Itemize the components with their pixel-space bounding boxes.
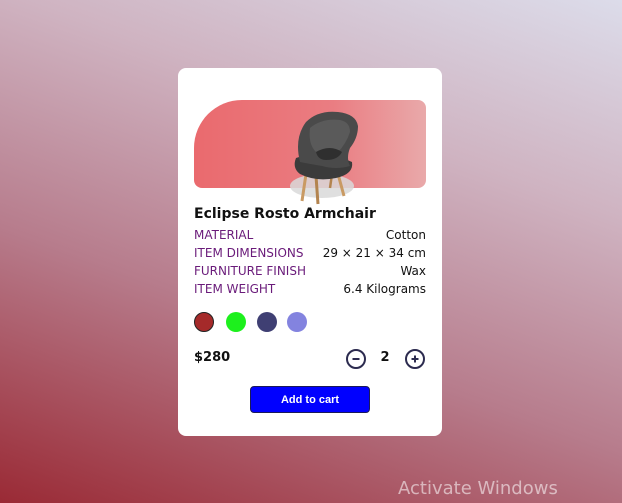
spec-key: FURNITURE FINISH [194, 264, 306, 278]
spec-value: 6.4 Kilograms [343, 282, 426, 296]
spec-value: Cotton [385, 228, 426, 242]
color-swatch-brown[interactable] [194, 312, 214, 332]
product-card: Eclipse Rosto Armchair MATERIAL Cotton I… [178, 68, 442, 436]
color-swatch-lavender[interactable] [287, 312, 307, 332]
price: $280 [194, 350, 231, 365]
increase-quantity-button[interactable] [405, 349, 425, 369]
product-image-banner [194, 100, 426, 205]
color-swatch-green[interactable] [226, 312, 246, 332]
spec-row-dimensions: ITEM DIMENSIONS 29 × 21 × 34 cm [194, 244, 426, 262]
spec-value: Wax [400, 264, 426, 278]
plus-icon [411, 355, 419, 363]
activate-windows-watermark: Activate Windows [398, 478, 558, 499]
quantity-value: 2 [380, 350, 390, 365]
color-swatch-navy[interactable] [257, 312, 277, 332]
spec-value: 29 × 21 × 34 cm [322, 246, 426, 260]
spec-row-material: MATERIAL Cotton [194, 226, 426, 244]
decrease-quantity-button[interactable] [346, 349, 366, 369]
spec-key: ITEM WEIGHT [194, 282, 276, 296]
add-to-cart-button[interactable]: Add to cart [250, 386, 370, 413]
minus-icon [352, 358, 360, 360]
spec-row-weight: ITEM WEIGHT 6.4 Kilograms [194, 280, 426, 298]
spec-key: MATERIAL [194, 228, 254, 242]
spec-key: ITEM DIMENSIONS [194, 246, 304, 260]
armchair-image [290, 111, 358, 205]
spec-row-finish: FURNITURE FINISH Wax [194, 262, 426, 280]
product-title: Eclipse Rosto Armchair [194, 206, 376, 222]
